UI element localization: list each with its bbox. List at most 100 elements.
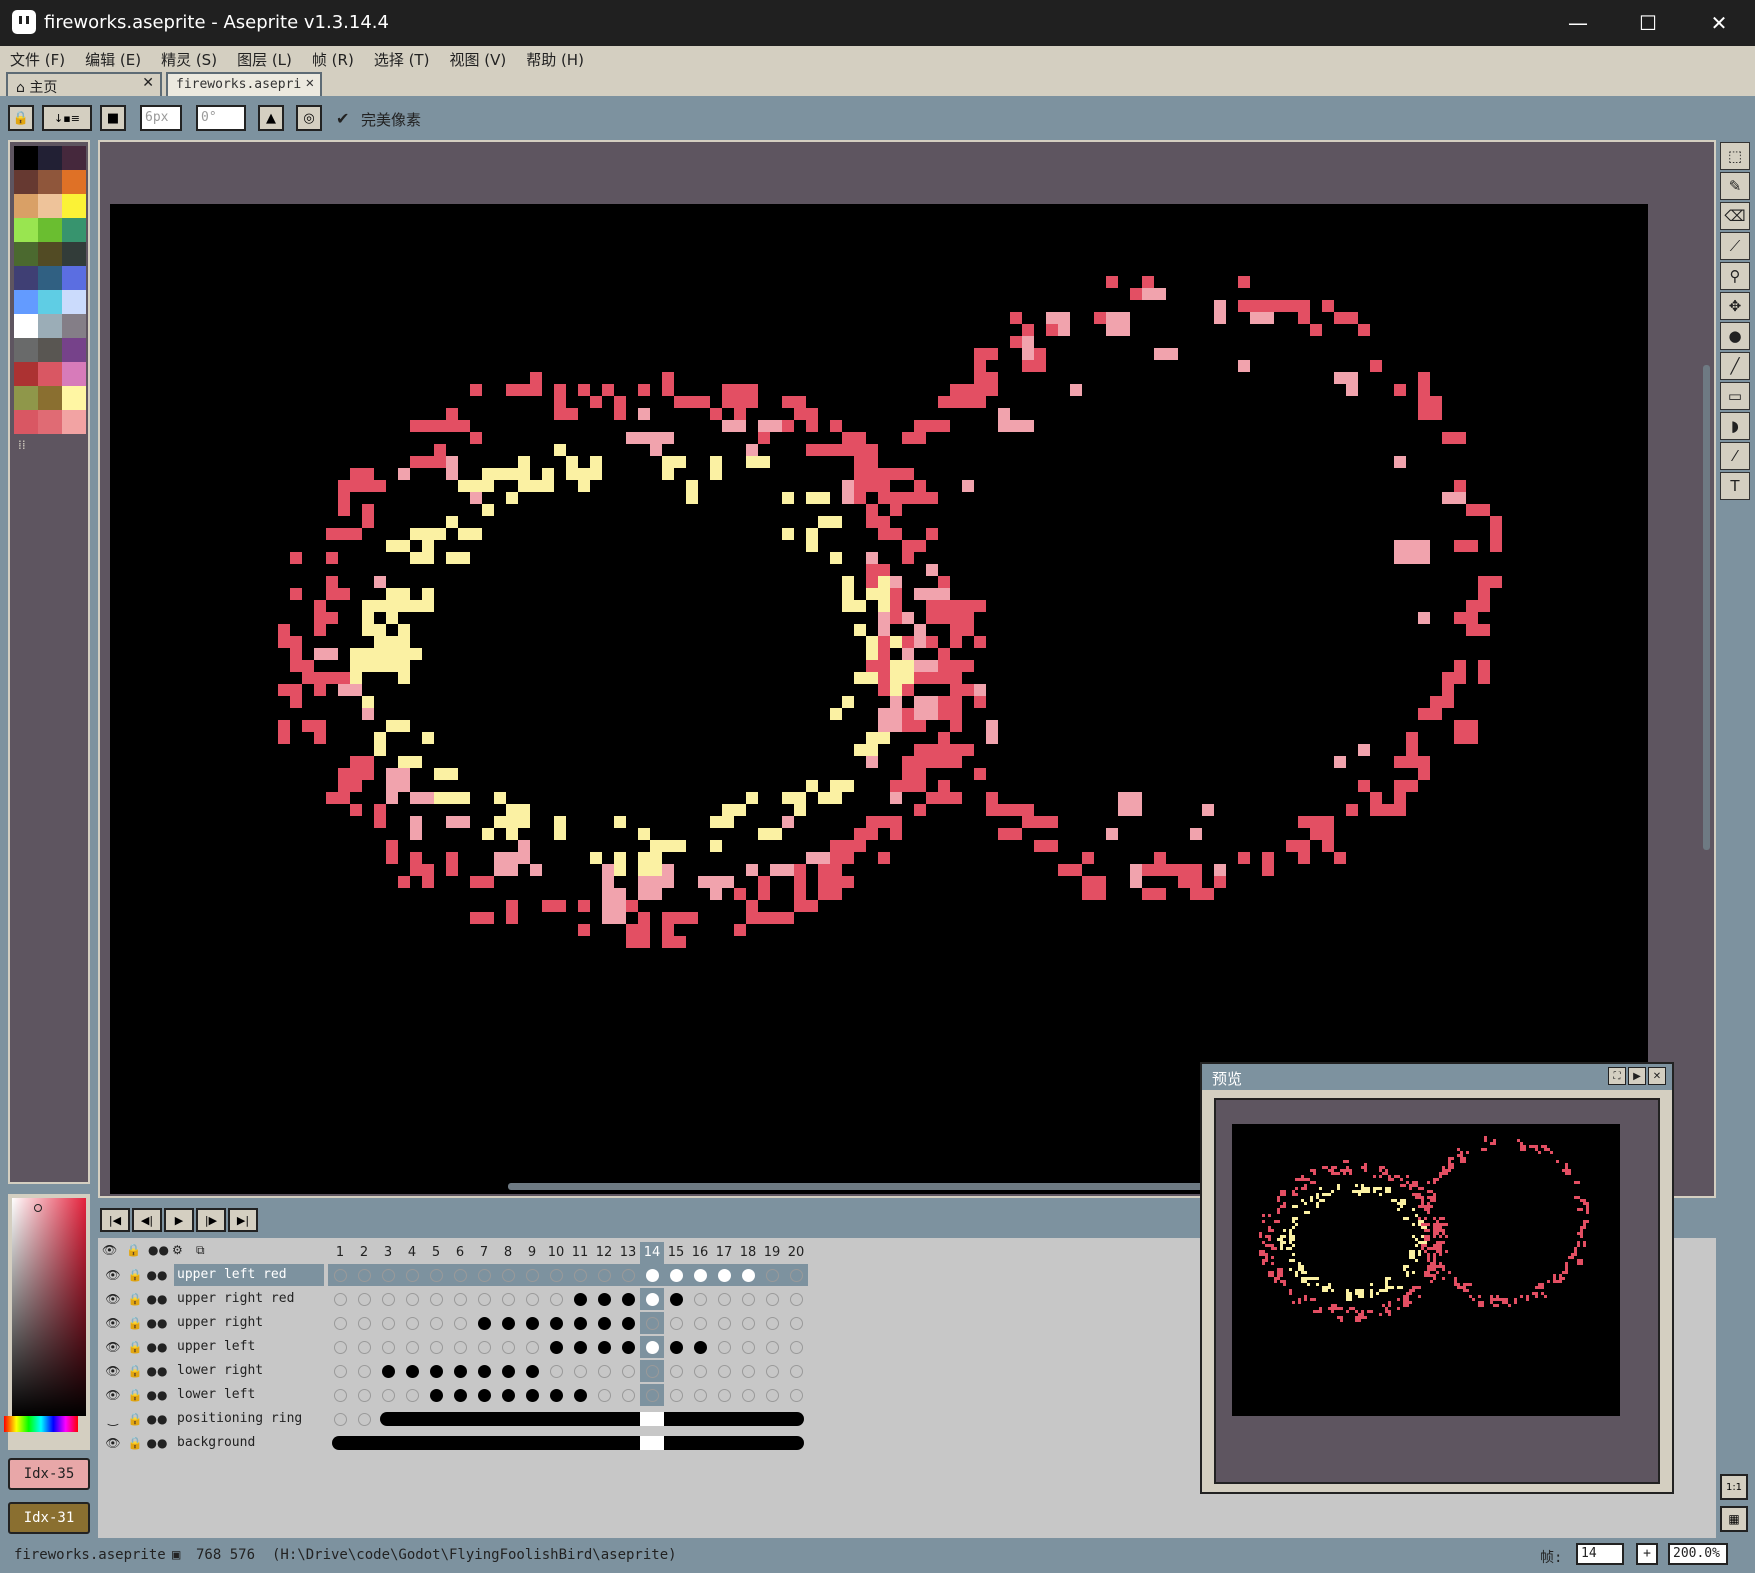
visibility-icon[interactable]: 👁 bbox=[102, 1432, 124, 1454]
layer-name[interactable]: background bbox=[174, 1432, 324, 1454]
frame-header[interactable]: 2 bbox=[352, 1242, 376, 1264]
menu-view[interactable]: 视图 (V) bbox=[449, 49, 506, 70]
first-frame-icon[interactable]: |◀ bbox=[100, 1208, 130, 1232]
frame-cel[interactable] bbox=[784, 1384, 808, 1406]
zoom-input[interactable]: 200.0% bbox=[1668, 1543, 1728, 1565]
maximize-button[interactable]: ☐ bbox=[1613, 0, 1683, 46]
frame-cel[interactable] bbox=[424, 1360, 448, 1382]
palette-swatch[interactable] bbox=[38, 242, 62, 266]
frame-cel[interactable] bbox=[664, 1360, 688, 1382]
fill-tool-icon[interactable]: ● bbox=[1720, 322, 1750, 350]
palette-swatch[interactable] bbox=[38, 314, 62, 338]
frame-cel[interactable] bbox=[424, 1264, 448, 1286]
menu-layer[interactable]: 图层 (L) bbox=[237, 49, 292, 70]
pencil-tool-icon[interactable]: ✎ bbox=[1720, 172, 1750, 200]
frame-cel[interactable] bbox=[328, 1312, 352, 1334]
marquee-tool-icon[interactable]: ⬚ bbox=[1720, 142, 1750, 170]
palette-swatch[interactable] bbox=[62, 386, 86, 410]
continuous-icon[interactable]: ●● bbox=[146, 1360, 168, 1382]
frame-cel[interactable] bbox=[544, 1384, 568, 1406]
tab-home-close-icon[interactable]: ✕ bbox=[142, 75, 154, 91]
frame-header[interactable]: 17 bbox=[712, 1242, 736, 1264]
tab-file-close-icon[interactable]: ✕ bbox=[306, 75, 314, 91]
frame-cel[interactable] bbox=[616, 1312, 640, 1334]
visibility-icon[interactable]: 👁 bbox=[102, 1360, 124, 1382]
palette-swatch[interactable] bbox=[38, 362, 62, 386]
lock-icon[interactable]: 🔒 bbox=[124, 1288, 146, 1310]
frame-header[interactable]: 18 bbox=[736, 1242, 760, 1264]
previous-frame-icon[interactable]: ◀| bbox=[132, 1208, 162, 1232]
brush-type-icon[interactable]: ■ bbox=[100, 105, 126, 131]
palette-swatch[interactable] bbox=[62, 146, 86, 170]
frame-cel[interactable] bbox=[760, 1288, 784, 1310]
palette-resize-handle-icon[interactable]: ⁞⁞ bbox=[18, 438, 26, 452]
frame-cel[interactable] bbox=[472, 1384, 496, 1406]
frame-header[interactable]: 19 bbox=[760, 1242, 784, 1264]
frame-cel[interactable] bbox=[328, 1288, 352, 1310]
frame-header[interactable]: 7 bbox=[472, 1242, 496, 1264]
frame-cel[interactable] bbox=[688, 1384, 712, 1406]
frame-cel[interactable] bbox=[424, 1312, 448, 1334]
foreground-color-button[interactable]: Idx-35 bbox=[8, 1458, 90, 1490]
palette-swatch[interactable] bbox=[38, 290, 62, 314]
frame-cel[interactable] bbox=[520, 1384, 544, 1406]
frame-cel[interactable] bbox=[448, 1312, 472, 1334]
palette-swatch[interactable] bbox=[38, 170, 62, 194]
line-tool-icon[interactable]: ╱ bbox=[1720, 352, 1750, 380]
frame-header[interactable]: 13 bbox=[616, 1242, 640, 1264]
visibility-header-icon[interactable]: 👁 bbox=[102, 1243, 117, 1257]
frame-cel[interactable] bbox=[448, 1336, 472, 1358]
continuous-icon[interactable]: ●● bbox=[146, 1408, 168, 1430]
frame-cel[interactable] bbox=[784, 1360, 808, 1382]
visibility-icon[interactable]: 👁 bbox=[102, 1336, 124, 1358]
frame-cel[interactable] bbox=[352, 1336, 376, 1358]
frame-cel[interactable] bbox=[616, 1336, 640, 1358]
frame-cel[interactable] bbox=[568, 1264, 592, 1286]
play-icon[interactable]: ▶ bbox=[164, 1208, 194, 1232]
frame-cel[interactable] bbox=[400, 1312, 424, 1334]
frame-cel[interactable] bbox=[784, 1312, 808, 1334]
horizontal-scrollbar[interactable] bbox=[508, 1183, 1208, 1190]
tab-fireworks[interactable]: fireworks.asepri ✕ bbox=[166, 72, 322, 96]
linked-cel-bar[interactable] bbox=[332, 1436, 804, 1450]
frame-cel[interactable] bbox=[760, 1312, 784, 1334]
frame-cel[interactable] bbox=[520, 1336, 544, 1358]
palette-swatch[interactable] bbox=[14, 386, 38, 410]
frame-cel[interactable] bbox=[640, 1384, 664, 1406]
frame-cel[interactable] bbox=[592, 1312, 616, 1334]
preview-mode-icon[interactable]: ⛶ bbox=[1608, 1067, 1626, 1085]
palette-swatch[interactable] bbox=[38, 218, 62, 242]
hue-slider[interactable] bbox=[4, 1416, 78, 1432]
frame-header[interactable]: 1 bbox=[328, 1242, 352, 1264]
frame-cel[interactable] bbox=[784, 1288, 808, 1310]
eraser-tool-icon[interactable]: ⌫ bbox=[1720, 202, 1750, 230]
frame-header[interactable]: 12 bbox=[592, 1242, 616, 1264]
palette-swatch[interactable] bbox=[14, 242, 38, 266]
frame-header[interactable]: 16 bbox=[688, 1242, 712, 1264]
layer-name[interactable]: upper right red bbox=[174, 1288, 324, 1310]
layer-name[interactable]: lower right bbox=[174, 1360, 324, 1382]
vertical-scrollbar[interactable] bbox=[1703, 365, 1710, 850]
frame-header[interactable]: 5 bbox=[424, 1242, 448, 1264]
minimize-button[interactable]: — bbox=[1543, 0, 1613, 46]
preview-play-icon[interactable]: ▶ bbox=[1628, 1067, 1646, 1085]
zoom-tool-icon[interactable]: ⚲ bbox=[1720, 262, 1750, 290]
tab-home[interactable]: ⌂ 主页 ✕ bbox=[6, 72, 162, 96]
frame-header[interactable]: 8 bbox=[496, 1242, 520, 1264]
visibility-icon[interactable]: 👁 bbox=[102, 1312, 124, 1334]
eyedropper-tool-icon[interactable]: ⟋ bbox=[1720, 232, 1750, 260]
color-cursor-icon[interactable] bbox=[34, 1204, 42, 1212]
lock-header-icon[interactable]: 🔒 bbox=[126, 1243, 141, 1257]
continuous-icon[interactable]: ●● bbox=[146, 1312, 168, 1334]
visibility-icon[interactable]: 👁 bbox=[102, 1264, 124, 1286]
continuous-icon[interactable]: ●● bbox=[146, 1336, 168, 1358]
frame-cel[interactable] bbox=[472, 1336, 496, 1358]
frame-cel[interactable] bbox=[760, 1336, 784, 1358]
frame-cel[interactable] bbox=[400, 1336, 424, 1358]
frame-cel[interactable] bbox=[736, 1384, 760, 1406]
frame-cel[interactable] bbox=[424, 1336, 448, 1358]
frame-cel[interactable] bbox=[544, 1336, 568, 1358]
palette-swatch[interactable] bbox=[62, 314, 86, 338]
menu-frame[interactable]: 帧 (R) bbox=[312, 49, 354, 70]
palette-swatch[interactable] bbox=[38, 194, 62, 218]
